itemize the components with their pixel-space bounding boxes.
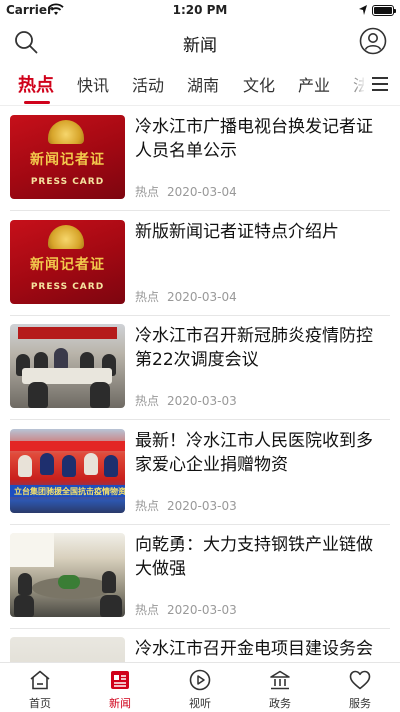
- thumb-subtitle: PRESS CARD: [30, 282, 105, 292]
- thumb-person: [100, 595, 122, 617]
- tabbar-services[interactable]: 服务: [320, 663, 400, 712]
- news-item[interactable]: 冷水江市召开金电项目建设务会: [10, 628, 390, 662]
- news-category: 热点: [135, 290, 160, 304]
- thumb-person: [84, 453, 98, 475]
- news-category: 热点: [135, 394, 160, 408]
- news-title: 新版新闻记者证特点介绍片: [135, 222, 339, 242]
- thumb-title: 新闻记者证: [30, 257, 105, 273]
- news-thumbnail: 立台集团驰援全国抗击疫情物资: [10, 429, 125, 513]
- tabbar-home[interactable]: 首页: [0, 663, 80, 712]
- news-title: 冷水江市广播电视台换发记者证人员名单公示: [135, 117, 373, 161]
- tabbar-label: 新闻: [109, 697, 131, 710]
- tab-hunan[interactable]: 湖南: [187, 72, 219, 96]
- status-bar: Carrier 1:20 PM: [0, 0, 400, 22]
- thumb-banner: [18, 327, 117, 339]
- news-category: 热点: [135, 603, 160, 617]
- thumb-person: [90, 382, 110, 408]
- news-thumbnail: [10, 324, 125, 408]
- nav-bar: 新闻: [0, 22, 400, 62]
- thumb-person: [18, 573, 32, 595]
- tabbar-label: 政务: [269, 697, 291, 710]
- news-date: 2020-03-03: [167, 394, 237, 408]
- menu-icon[interactable]: [364, 62, 400, 105]
- tabbar-label: 视听: [189, 697, 211, 710]
- thumb-banner-text: 立台集团驰援全国抗击疫情物资: [14, 487, 125, 496]
- thumb-person: [62, 455, 76, 477]
- news-category: 热点: [135, 499, 160, 513]
- news-item[interactable]: 冷水江市召开新冠肺炎疫情防控第22次调度会议 热点 2020-03-03: [10, 315, 390, 420]
- news-meta: 热点 2020-03-03: [135, 392, 237, 409]
- news-date: 2020-03-04: [167, 185, 237, 199]
- tabbar-label: 首页: [29, 697, 51, 710]
- thumb-person: [40, 453, 54, 475]
- thumb-plant: [58, 575, 80, 589]
- play-icon: [189, 669, 211, 691]
- news-item[interactable]: 新闻记者证 PRESS CARD 新版新闻记者证特点介绍片 热点 2020-03-…: [10, 211, 390, 316]
- news-thumbnail: 新闻记者证 PRESS CARD: [10, 220, 125, 304]
- bottom-tab-bar: 首页 新闻 视听 政务 服务: [0, 662, 400, 711]
- tabbar-video[interactable]: 视听: [160, 663, 240, 712]
- heart-icon: [349, 670, 371, 690]
- news-meta: 热点 2020-03-03: [135, 601, 237, 618]
- thumb-window: [10, 533, 54, 567]
- news-thumbnail: 新闻记者证 PRESS CARD: [10, 115, 125, 199]
- news-title: 向乾勇：大力支持钢铁产业链做大做强: [135, 535, 373, 579]
- news-meta: 热点 2020-03-04: [135, 288, 237, 305]
- thumb-person: [14, 595, 34, 617]
- news-date: 2020-03-04: [167, 290, 237, 304]
- tab-events[interactable]: 活动: [132, 72, 164, 96]
- emblem-icon: [48, 120, 84, 144]
- news-title: 冷水江市召开新冠肺炎疫情防控第22次调度会议: [135, 326, 373, 370]
- government-icon: [270, 670, 290, 690]
- location-arrow-icon: [359, 5, 367, 15]
- thumb-person: [18, 455, 32, 477]
- news-date: 2020-03-03: [167, 499, 237, 513]
- news-title: 冷水江市召开金电项目建设务会: [135, 639, 373, 659]
- thumb-subtitle: PRESS CARD: [30, 177, 105, 187]
- news-date: 2020-03-03: [167, 603, 237, 617]
- tabbar-government[interactable]: 政务: [240, 663, 320, 712]
- news-icon: [111, 671, 129, 689]
- thumb-banner: [10, 441, 125, 451]
- tab-flash[interactable]: 快讯: [77, 72, 109, 96]
- emblem-icon: [48, 225, 84, 249]
- active-tab-indicator: [24, 101, 50, 104]
- thumb-person: [102, 571, 116, 593]
- home-icon: [30, 670, 50, 690]
- news-item[interactable]: 新闻记者证 PRESS CARD 冷水江市广播电视台换发记者证人员名单公示 热点…: [10, 106, 390, 211]
- news-list: 新闻记者证 PRESS CARD 冷水江市广播电视台换发记者证人员名单公示 热点…: [0, 106, 400, 662]
- tabbar-news[interactable]: 新闻: [80, 663, 160, 712]
- battery-icon: [372, 5, 396, 16]
- thumb-person: [28, 382, 48, 408]
- tab-hot[interactable]: 热点: [18, 71, 54, 97]
- thumb-person: [104, 455, 118, 477]
- page-title: 新闻: [183, 36, 217, 56]
- tab-fade: [346, 62, 366, 105]
- category-tabs: 热点 快讯 活动 湖南 文化 产业 法: [0, 62, 400, 106]
- news-category: 热点: [135, 185, 160, 199]
- user-profile-icon[interactable]: [359, 27, 387, 55]
- news-meta: 热点 2020-03-04: [135, 183, 237, 200]
- thumb-title: 新闻记者证: [30, 152, 105, 168]
- news-title: 最新！冷水江市人民医院收到多家爱心企业捐赠物资: [135, 431, 373, 475]
- news-thumbnail: [10, 533, 125, 617]
- news-item[interactable]: 向乾勇：大力支持钢铁产业链做大做强 热点 2020-03-03: [10, 524, 390, 629]
- tabbar-label: 服务: [349, 697, 371, 710]
- status-time: 1:20 PM: [172, 3, 228, 17]
- news-meta: 热点 2020-03-03: [135, 497, 237, 514]
- tab-industry[interactable]: 产业: [298, 72, 330, 96]
- tab-culture[interactable]: 文化: [243, 72, 275, 96]
- news-item[interactable]: 立台集团驰援全国抗击疫情物资 最新！冷水江市人民医院收到多家爱心企业捐赠物资 热…: [10, 420, 390, 525]
- thumb-person: [54, 348, 68, 370]
- news-thumbnail: [10, 637, 125, 662]
